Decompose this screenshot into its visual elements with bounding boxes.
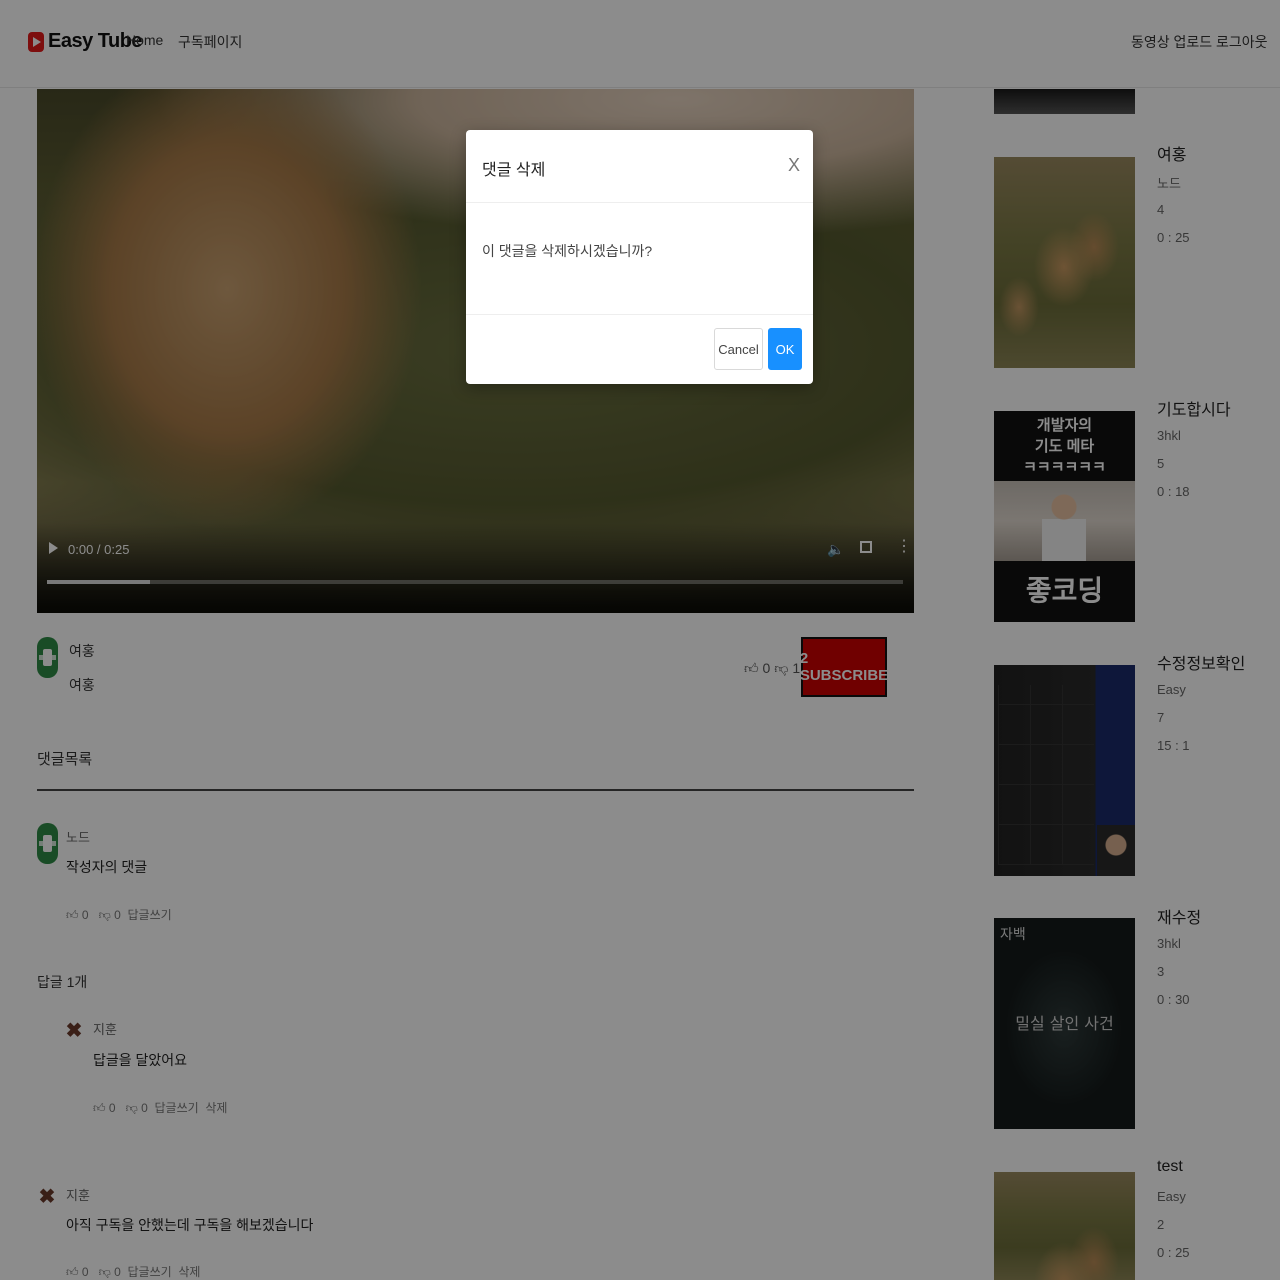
dialog-message: 이 댓글을 삭제하시겠습니까? xyxy=(482,243,653,259)
dialog-title: 댓글 삭제 xyxy=(482,162,546,179)
dialog-footer-divider xyxy=(466,314,813,315)
delete-comment-dialog: 댓글 삭제 X 이 댓글을 삭제하시겠습니까? Cancel OK xyxy=(466,130,813,384)
ok-button[interactable]: OK xyxy=(768,328,802,370)
close-icon[interactable]: X xyxy=(788,155,800,176)
cancel-button[interactable]: Cancel xyxy=(714,328,763,370)
dialog-header-divider xyxy=(466,202,813,203)
